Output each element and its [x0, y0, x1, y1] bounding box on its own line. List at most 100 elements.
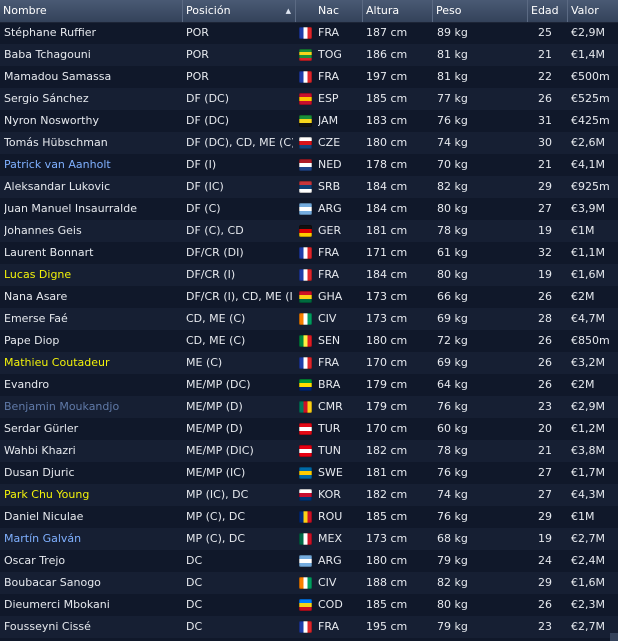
player-name-link[interactable]: Lucas Digne [4, 264, 180, 286]
table-row[interactable]: Martín Galván MP (C), DC MEX 173 cm 68 kg 19 €… [0, 528, 618, 550]
table-row[interactable]: Mamadou Samassa POR FRA 197 cm 81 kg 22 €500m [0, 66, 618, 88]
table-row[interactable]: Johannes Geis DF (C), CD GER 181 cm 78 kg 19 €… [0, 220, 618, 242]
nation-flag-icon [299, 533, 312, 545]
column-header-height[interactable]: Altura [362, 0, 432, 22]
player-name-link[interactable]: Mamadou Samassa [4, 66, 180, 88]
table-row[interactable]: Aleksandar Lukovic DF (IC) SRB 184 cm 82 kg 2… [0, 176, 618, 198]
player-name-link[interactable]: Patrick van Aanholt [4, 154, 180, 176]
table-header: Nombre Posición ▲ Nac Altura Peso Edad Va… [0, 0, 618, 23]
player-age: 21 [538, 48, 552, 61]
player-age: 21 [538, 158, 552, 171]
player-age: 29 [538, 576, 552, 589]
column-header-name[interactable]: Nombre [0, 0, 182, 22]
table-row[interactable]: Oscar Trejo DC ARG 180 cm 79 kg 24 €2,4M [0, 550, 618, 572]
player-name-link[interactable]: Dusan Djuric [4, 462, 180, 484]
column-header-value[interactable]: Valor [567, 0, 618, 22]
player-name-link[interactable]: Serdar Gürler [4, 418, 180, 440]
player-weight: 76 kg [437, 114, 468, 127]
player-name-link[interactable]: Sergio Sánchez [4, 88, 180, 110]
player-name-link[interactable]: Oscar Trejo [4, 550, 180, 572]
player-name-link[interactable]: Baba Tchagouni [4, 44, 180, 66]
table-row[interactable]: Nyron Nosworthy DF (DC) JAM 183 cm 76 kg 31 €4… [0, 110, 618, 132]
player-name-link[interactable]: Evandro [4, 374, 180, 396]
table-row[interactable]: Benjamin Moukandjo ME/MP (D) CMR 179 cm 76 k… [0, 396, 618, 418]
table-row[interactable]: Stéphane Ruffier POR FRA 187 cm 89 kg 25 €2,9M [0, 22, 618, 44]
table-row[interactable]: Serdar Gürler ME/MP (D) TUR 170 cm 60 kg 20 €1… [0, 418, 618, 440]
player-weight: 78 kg [437, 444, 468, 457]
table-row[interactable]: Laurent Bonnart DF/CR (DI) FRA 171 cm 61 kg 3… [0, 242, 618, 264]
player-name-link[interactable]: Nana Asare [4, 286, 180, 308]
player-value: €1,6M [571, 268, 605, 281]
table-row[interactable]: Tomás Hübschman DF (DC), CD, ME (C) CZE 180… [0, 132, 618, 154]
player-age: 20 [538, 422, 552, 435]
player-weight: 60 kg [437, 422, 468, 435]
player-position: DF (IC) [186, 180, 224, 193]
table-row[interactable]: Fousseyni Cissé DC FRA 195 cm 79 kg 23 €2,7M [0, 616, 618, 638]
table-row[interactable]: Dusan Djuric ME/MP (IC) SWE 181 cm 76 kg 27 €1… [0, 462, 618, 484]
player-name-link[interactable]: Laurent Bonnart [4, 242, 180, 264]
table-row[interactable]: Wahbi Khazri ME/MP (DIC) TUN 182 cm 78 kg 21 €… [0, 440, 618, 462]
player-nationality: KOR [318, 488, 341, 501]
column-header-nationality-label: Nac [318, 4, 340, 17]
table-row[interactable]: Nana Asare DF/CR (I), CD, ME (I... GHA 173 … [0, 286, 618, 308]
player-name-link[interactable]: Mathieu Coutadeur [4, 352, 180, 374]
player-value: €3,9M [571, 202, 605, 215]
table-row[interactable]: Baba Tchagouni POR TOG 186 cm 81 kg 21 €1,4M [0, 44, 618, 66]
player-position: CD, ME (C) [186, 334, 246, 347]
player-nationality: ARG [318, 554, 342, 567]
player-position: DF/CR (I) [186, 268, 236, 281]
player-name-link[interactable]: Pape Diop [4, 330, 180, 352]
table-row[interactable]: Patrick van Aanholt DF (I) NED 178 cm 70 kg 2… [0, 154, 618, 176]
player-position: DC [186, 554, 203, 567]
player-weight: 81 kg [437, 70, 468, 83]
player-weight: 80 kg [437, 598, 468, 611]
column-header-position[interactable]: Posición ▲ [182, 0, 295, 22]
player-value: €2,6M [571, 136, 605, 149]
player-position: DF (DC), CD, ME (C) [186, 136, 293, 149]
player-name-link[interactable]: Benjamin Moukandjo [4, 396, 180, 418]
column-header-nationality[interactable]: Nac [295, 0, 362, 22]
player-name-link[interactable]: Stéphane Ruffier [4, 22, 180, 44]
player-name-link[interactable]: Juan Manuel Insaurralde [4, 198, 180, 220]
table-row[interactable]: Evandro ME/MP (DC) BRA 179 cm 64 kg 26 €2M [0, 374, 618, 396]
table-row[interactable]: Emerse Faé CD, ME (C) CIV 173 cm 69 kg 28 €4,7… [0, 308, 618, 330]
player-name-link[interactable]: Dieumerci Mbokani [4, 594, 180, 616]
player-name-link[interactable]: Emerse Faé [4, 308, 180, 330]
table-row[interactable]: Daniel Niculae MP (C), DC ROU 185 cm 76 kg 29… [0, 506, 618, 528]
nation-flag-icon [299, 445, 312, 457]
player-value: €1,4M [571, 48, 605, 61]
table-row[interactable]: Sergio Sánchez DF (DC) ESP 185 cm 77 kg 26 €52… [0, 88, 618, 110]
player-name-link[interactable]: Fousseyni Cissé [4, 616, 180, 638]
player-name-link[interactable]: Boubacar Sanogo [4, 572, 180, 594]
player-name-link[interactable]: Daniel Niculae [4, 506, 180, 528]
player-name-link[interactable]: Johannes Geis [4, 220, 180, 242]
player-age: 27 [538, 466, 552, 479]
column-header-weight-label: Peso [436, 4, 462, 17]
table-row[interactable]: Lucas Digne DF/CR (I) FRA 184 cm 80 kg 19 €1,6… [0, 264, 618, 286]
table-row[interactable]: Boubacar Sanogo DC CIV 188 cm 82 kg 29 €1,6M [0, 572, 618, 594]
player-height: 182 cm [366, 488, 408, 501]
player-weight: 66 kg [437, 290, 468, 303]
player-position: DC [186, 598, 203, 611]
player-name-link[interactable]: Aleksandar Lukovic [4, 176, 180, 198]
player-height: 173 cm [366, 532, 408, 545]
table-row[interactable]: Park Chu Young MP (IC), DC KOR 182 cm 74 kg 2… [0, 484, 618, 506]
table-row[interactable]: Mathieu Coutadeur ME (C) FRA 170 cm 69 kg 26 €… [0, 352, 618, 374]
table-row[interactable]: Pape Diop CD, ME (C) SEN 180 cm 72 kg 26 €850m [0, 330, 618, 352]
column-header-weight[interactable]: Peso [432, 0, 527, 22]
player-height: 195 cm [366, 620, 408, 633]
player-weight: 76 kg [437, 400, 468, 413]
player-name-link[interactable]: Park Chu Young [4, 484, 180, 506]
table-row[interactable]: Dieumerci Mbokani DC COD 185 cm 80 kg 26 €2,3M [0, 594, 618, 616]
column-header-age[interactable]: Edad [527, 0, 567, 22]
player-position: MP (IC), DC [186, 488, 249, 501]
player-nationality: FRA [318, 70, 340, 83]
player-name-link[interactable]: Nyron Nosworthy [4, 110, 180, 132]
player-name-link[interactable]: Martín Galván [4, 528, 180, 550]
player-height: 180 cm [366, 334, 408, 347]
player-name-link[interactable]: Wahbi Khazri [4, 440, 180, 462]
player-height: 170 cm [366, 422, 408, 435]
table-row[interactable]: Juan Manuel Insaurralde DF (C) ARG 184 cm 80… [0, 198, 618, 220]
player-nationality: FRA [318, 26, 340, 39]
player-name-link[interactable]: Tomás Hübschman [4, 132, 180, 154]
